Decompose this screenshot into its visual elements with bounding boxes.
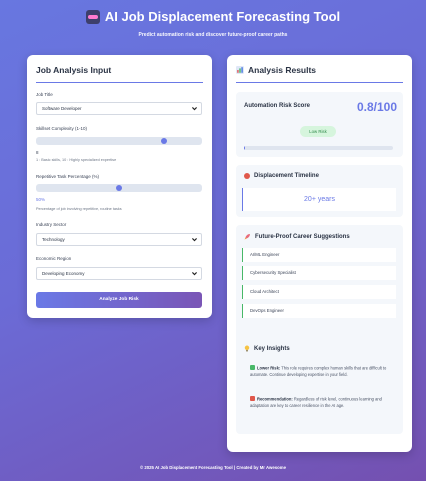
title-divider [236,82,403,83]
suggestions-title-text: Future-Proof Career Suggestions [255,233,350,240]
timeline-title-text: Displacement Timeline [254,173,319,179]
input-card-title: Job Analysis Input [36,65,112,75]
job-analysis-input-card: Job Analysis Input Job Title Software De… [27,55,212,318]
page-title: AI Job Displacement Forecasting Tool [0,9,426,25]
insight-lower-risk-label: Lower Risk: [257,365,281,371]
insights-title-text: Key Insights [254,345,290,352]
suggestion-item: Cloud Architect [242,285,396,299]
repetitive-label: Repetitive Task Percentage (%) [36,174,99,179]
chevron-down-icon [192,272,197,276]
risk-progress-fill [244,146,246,150]
results-card-title-text: Analysis Results [248,65,317,75]
suggestions-title: Future-Proof Career Suggestions [244,233,350,240]
lightbulb-icon [244,345,250,352]
skillset-slider[interactable] [36,137,202,145]
books-icon [250,396,255,401]
insight-recommendation-label: Recommendation: [257,396,293,402]
insight-lower-risk: Lower Risk: This role requires complex h… [250,365,395,379]
risk-score-value: 0.8/100 [356,100,397,114]
job-title-select[interactable]: Software Developer [36,102,202,115]
page-header: AI Job Displacement Forecasting Tool Pre… [0,9,426,38]
results-card-title: Analysis Results [236,65,316,75]
job-title-value: Software Developer [42,106,82,111]
repetitive-hint: Percentage of job involving repetitive, … [36,207,122,211]
insights-title: Key Insights [244,345,290,352]
analysis-results-card: Analysis Results Automation Risk Score 0… [227,55,412,452]
suggestion-item: AI/ML Engineer [242,248,396,262]
chevron-down-icon [192,107,197,111]
skillset-slider-thumb[interactable] [160,138,167,144]
insight-recommendation: Recommendation: Regardless of risk level… [250,396,395,410]
suggestion-item: Cybersecurity Specialist [242,266,396,280]
title-divider [36,82,203,83]
robot-icon [85,10,100,24]
chevron-down-icon [192,238,197,242]
industry-value: Technology [42,237,65,242]
region-value: Developing Economy [42,271,85,276]
analyze-job-risk-button[interactable]: Analyze Job Risk [36,292,202,308]
skillset-value: 8 [36,150,39,155]
suggestion-item: DevOps Engineer [242,304,396,318]
page-footer: © 2025 AI Job Displacement Forecasting T… [140,465,286,470]
alarm-clock-icon [244,173,250,179]
page-title-text: AI Job Displacement Forecasting Tool [104,9,341,24]
industry-label: Industry Sector [36,222,67,227]
timeline-value: 20+ years [242,188,396,211]
repetitive-slider[interactable] [36,184,202,192]
region-select[interactable]: Developing Economy [36,267,202,280]
skillset-label: Skillset Complexity (1-10) [36,126,88,131]
region-label: Economic Region [36,256,72,261]
check-icon [250,365,255,370]
rocket-icon [244,234,250,240]
risk-progress-bar [244,146,393,150]
risk-score-label: Automation Risk Score [244,103,311,109]
page-subtitle: Predict automation risk and discover fut… [138,32,288,38]
timeline-title: Displacement Timeline [244,173,319,179]
job-title-label: Job Title [36,92,53,97]
repetitive-slider-thumb[interactable] [116,185,122,191]
risk-level-badge: Low Risk [300,126,336,137]
skillset-hint: 1 : Basic skills, 10 : Highly specialize… [36,158,117,162]
bar-chart-icon [236,66,244,74]
industry-select[interactable]: Technology [36,233,202,246]
repetitive-value: 50% [36,197,46,202]
